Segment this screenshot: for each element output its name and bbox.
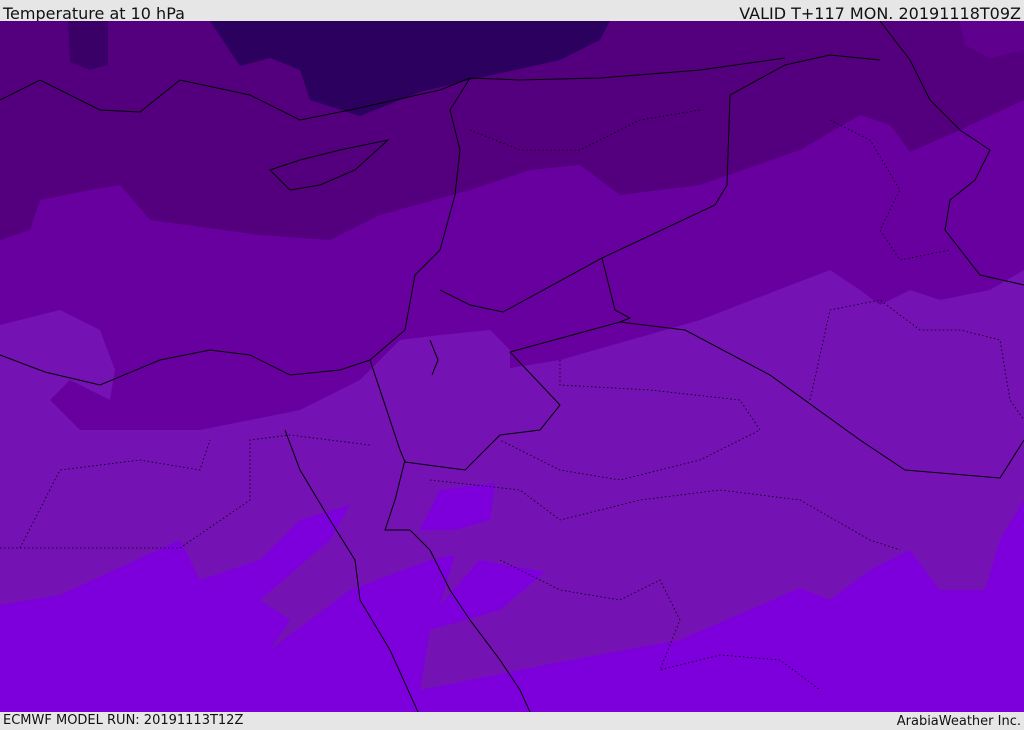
footer-bar: ECMWF MODEL RUN: 20191113T12Z ArabiaWeat… bbox=[0, 712, 1024, 729]
model-run: ECMWF MODEL RUN: 20191113T12Z bbox=[3, 713, 244, 728]
credit: ArabiaWeather Inc. bbox=[896, 714, 1021, 729]
band-dark-blob bbox=[68, 21, 108, 70]
header-bar: Temperature at 10 hPa VALID T+117 MON. 2… bbox=[0, 0, 1024, 23]
temperature-map[interactable] bbox=[0, 21, 1024, 712]
